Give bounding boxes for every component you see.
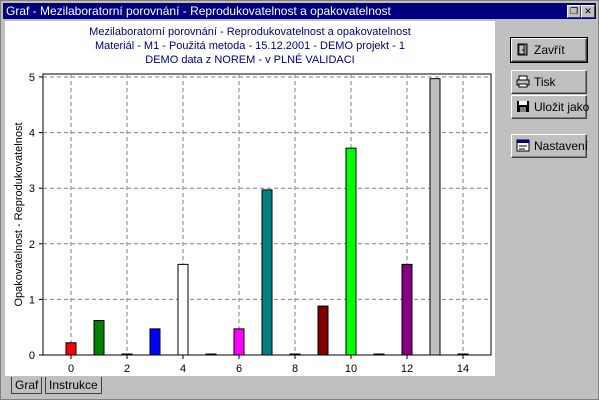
bar: [457, 353, 469, 356]
bar: [121, 353, 133, 356]
x-tick-label: 14: [457, 363, 469, 375]
bar: [65, 342, 77, 356]
bar: [261, 189, 273, 356]
printer-icon: [516, 75, 530, 88]
save-as-button[interactable]: Uložit jako: [511, 95, 590, 119]
chart-window: Graf - Mezilaboratorní porovnání - Repro…: [0, 0, 599, 400]
y-tick-label: 2: [29, 239, 35, 251]
print-button[interactable]: Tisk: [511, 70, 587, 94]
restore-icon[interactable]: ❐: [567, 5, 581, 18]
title-bar: Graf - Mezilaboratorní porovnání - Repro…: [3, 3, 596, 19]
save-as-button-label: Uložit jako: [534, 100, 590, 114]
y-axis-label: Opakovatelnost - Reprodukovatelnost: [13, 122, 25, 306]
print-button-label: Tisk: [534, 75, 556, 89]
y-tick-label: 4: [29, 128, 35, 140]
x-tick-label: 8: [292, 363, 298, 375]
bar: [345, 147, 357, 356]
chart-panel: Mezilaboratorní porovnání - Reprodukovat…: [5, 21, 495, 376]
bar: [317, 305, 329, 356]
action-panel: Zavřít Tisk Uložit jako Nastavení: [499, 21, 596, 376]
bar: [429, 78, 441, 356]
bar: [177, 263, 189, 356]
door-icon: [517, 43, 528, 56]
x-tick-label: 12: [401, 363, 413, 375]
y-tick-label: 0: [29, 350, 35, 362]
close-button[interactable]: Zavřít: [510, 37, 588, 63]
y-tick-label: 3: [29, 183, 35, 195]
tab-instrukce[interactable]: Instrukce: [45, 377, 102, 394]
tab-bar: Graf Instrukce: [1, 377, 598, 399]
bar: [289, 353, 301, 356]
bar-chart: 01234502468101214Laboratoř - ÚroveňOpako…: [13, 72, 492, 375]
y-tick-label: 1: [29, 294, 35, 306]
settings-dialog-icon: [516, 139, 530, 152]
x-tick-label: 0: [68, 363, 74, 375]
settings-button[interactable]: Nastavení: [511, 134, 589, 158]
x-tick-label: 4: [180, 363, 186, 375]
bar: [373, 353, 385, 356]
close-icon[interactable]: ✕: [581, 5, 595, 18]
bar: [233, 328, 245, 356]
y-tick-label: 5: [29, 72, 35, 84]
bar: [205, 353, 217, 356]
settings-button-label: Nastavení: [534, 139, 589, 153]
tab-graf[interactable]: Graf: [11, 377, 43, 394]
window-title: Graf - Mezilaboratorní porovnání - Repro…: [6, 4, 391, 18]
floppy-disk-icon: [517, 101, 529, 112]
bar: [149, 328, 161, 356]
close-button-label: Zavřít: [534, 43, 565, 57]
x-tick-label: 6: [236, 363, 242, 375]
bar: [401, 263, 413, 356]
bar: [93, 320, 105, 356]
x-tick-label: 10: [345, 363, 357, 375]
x-tick-label: 2: [124, 363, 130, 375]
